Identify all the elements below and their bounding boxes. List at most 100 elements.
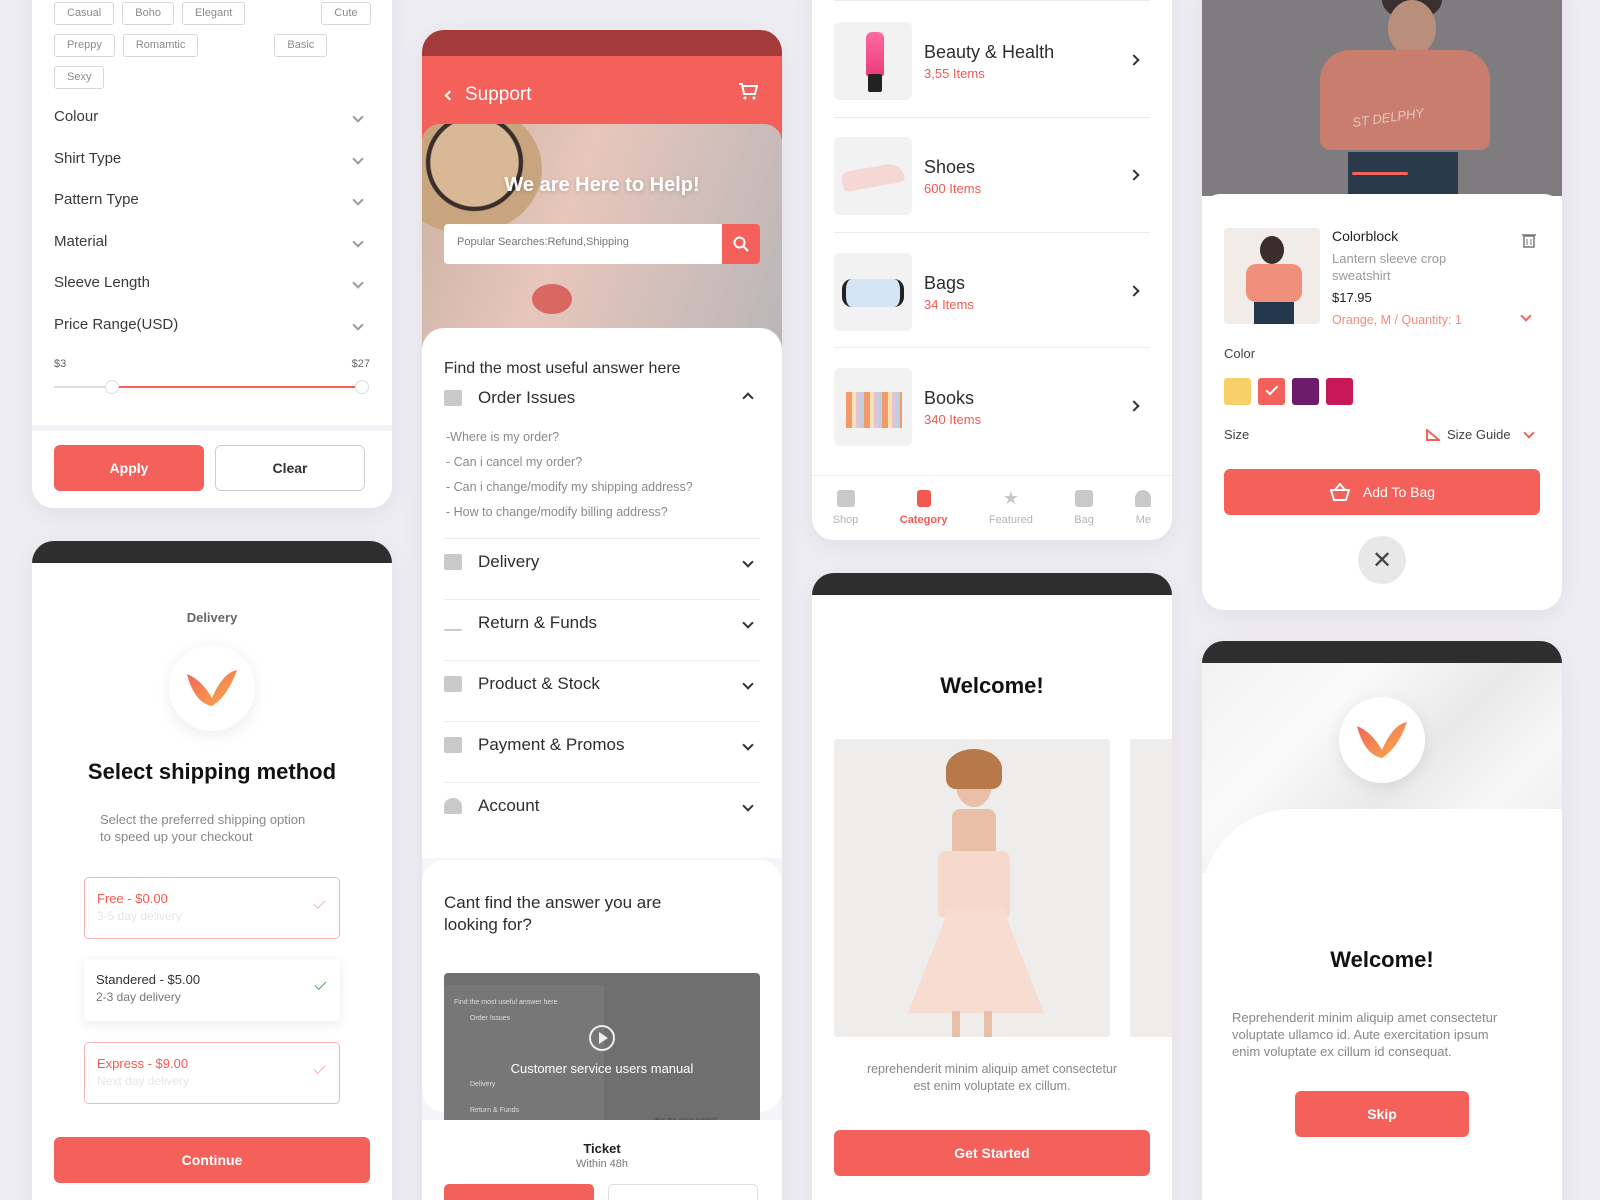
- category-beauty-health[interactable]: Beauty & Health 3,55 Items: [834, 22, 1150, 100]
- shipping-option-standard[interactable]: Standered - $5.00 2-3 day delivery: [84, 959, 340, 1021]
- tab-category[interactable]: Category: [900, 490, 947, 526]
- tab-me[interactable]: Me: [1135, 490, 1152, 526]
- chevron-down-icon: [352, 318, 364, 331]
- back-button[interactable]: Support: [444, 84, 532, 106]
- search-input[interactable]: [457, 236, 707, 248]
- filter-price-range[interactable]: Price Range(USD): [54, 316, 364, 333]
- welcome-screen: Welcome! reprehenderit minim aliquip ame…: [812, 573, 1172, 1200]
- welcome-logo-screen: Welcome! Reprehenderit minim aliquip ame…: [1202, 641, 1562, 1200]
- ticket-button-primary[interactable]: [444, 1184, 594, 1200]
- category-bags[interactable]: Bags 34 Items: [834, 253, 1150, 331]
- bag-image: [834, 253, 912, 331]
- faq-order-issues[interactable]: Order Issues: [444, 388, 760, 408]
- tag-elegant[interactable]: Elegant: [181, 2, 246, 25]
- faq-title: Find the most useful answer here: [444, 360, 681, 377]
- clear-button[interactable]: Clear: [215, 445, 365, 491]
- price-max-label: $27: [351, 358, 370, 370]
- chevron-down-icon: [742, 556, 754, 568]
- chevron-down-icon: [352, 235, 364, 248]
- shipping-option-free[interactable]: Free - $0.00 3-5 day delivery: [84, 877, 340, 939]
- tag-cute[interactable]: Cute: [321, 2, 371, 25]
- faq-delivery[interactable]: Delivery: [444, 552, 760, 572]
- support-title: Support: [465, 84, 532, 105]
- price-min-label: $3: [54, 358, 67, 370]
- video-mini-topic: Order Issues: [470, 1015, 511, 1022]
- add-to-bag-button[interactable]: Add To Bag: [1224, 469, 1540, 515]
- tab-featured[interactable]: ★ Featured: [989, 488, 1033, 526]
- filter-panel: Casual Boho Elegant Cute Preppy Romamtic…: [32, 0, 392, 508]
- product-description: Lantern sleeve crop sweatshirt: [1332, 251, 1447, 283]
- size-guide-link[interactable]: Size Guide: [1426, 426, 1535, 442]
- chevron-down-icon[interactable]: [1520, 310, 1532, 322]
- faq-question[interactable]: - Can i cancel my order?: [446, 455, 582, 469]
- faq-payment-promos[interactable]: Payment & Promos: [444, 735, 760, 755]
- status-bar: [812, 573, 1172, 595]
- chevron-down-icon: [742, 800, 754, 812]
- price-max-handle[interactable]: [355, 380, 369, 394]
- clipboard-icon: [444, 676, 462, 692]
- support-hero: We are Here to Help!: [422, 124, 782, 350]
- product-thumbnail: [1224, 228, 1320, 324]
- status-bar: [32, 541, 392, 563]
- sneaker-image: [834, 137, 912, 215]
- filter-sleeve-length[interactable]: Sleeve Length: [54, 274, 364, 291]
- trash-icon[interactable]: [1522, 232, 1536, 248]
- play-icon[interactable]: [589, 1025, 615, 1051]
- apply-button[interactable]: Apply: [54, 445, 204, 491]
- video-player[interactable]: Find the most useful answer here Order I…: [444, 973, 760, 1127]
- tag-preppy[interactable]: Preppy: [54, 34, 115, 57]
- continue-button[interactable]: Continue: [54, 1137, 370, 1183]
- skip-button[interactable]: Skip: [1295, 1091, 1469, 1137]
- price-slider-fill: [112, 386, 362, 388]
- video-mini-row-2: Return & Funds: [470, 1107, 520, 1114]
- user-icon: [444, 798, 462, 814]
- tag-basic[interactable]: Basic: [274, 34, 328, 57]
- welcome-text: reprehenderit minim aliquip amet consect…: [866, 1062, 1118, 1093]
- chevron-down-icon: [352, 110, 364, 123]
- ticket-button-secondary[interactable]: [608, 1184, 758, 1200]
- filter-material[interactable]: Material: [54, 233, 364, 250]
- faq-return-funds[interactable]: Return & Funds: [444, 613, 760, 633]
- filter-pattern-type[interactable]: Pattern Type: [54, 191, 364, 208]
- screen-header: Delivery: [186, 610, 238, 625]
- tag-sexy[interactable]: Sexy: [54, 66, 105, 89]
- category-books[interactable]: Books 340 Items: [834, 368, 1150, 446]
- shipping-screen: Delivery Select shipping method Select t…: [32, 541, 392, 1200]
- swatch-yellow[interactable]: [1224, 378, 1251, 405]
- tag-boho[interactable]: Boho: [122, 2, 174, 25]
- star-icon: ★: [1002, 488, 1019, 508]
- sheet-handle[interactable]: [1352, 172, 1408, 175]
- support-search: [444, 224, 760, 264]
- faq-question[interactable]: - How to change/modify billing address?: [446, 505, 668, 519]
- video-caption: Customer service users manual: [510, 1061, 694, 1076]
- filter-colour[interactable]: Colour: [54, 108, 364, 125]
- product-variant[interactable]: Orange, M / Quantity: 1: [1332, 313, 1462, 327]
- swatch-magenta[interactable]: [1326, 378, 1353, 405]
- faq-question[interactable]: -Where is my order?: [446, 430, 559, 444]
- tab-bag[interactable]: Bag: [1074, 490, 1094, 526]
- search-button[interactable]: [722, 224, 760, 264]
- chevron-down-icon: [742, 739, 754, 751]
- faq-account[interactable]: Account: [444, 796, 760, 816]
- price-min-handle[interactable]: [105, 380, 119, 394]
- shipping-option-express[interactable]: Express - $9.00 Next day delivery: [84, 1042, 340, 1104]
- tag-casual[interactable]: Casual: [54, 2, 115, 25]
- color-swatches: [1224, 378, 1360, 410]
- tag-romantic[interactable]: Romamtic: [122, 34, 199, 57]
- faq-product-stock[interactable]: Product & Stock: [444, 674, 760, 694]
- status-bar: [1202, 641, 1562, 663]
- swatch-purple[interactable]: [1292, 378, 1319, 405]
- chevron-down-icon: [1522, 426, 1535, 439]
- tab-shop[interactable]: Shop: [833, 490, 858, 526]
- close-icon[interactable]: ✕: [1358, 536, 1406, 584]
- support-screen: Support We are Here to Help! Find the mo…: [422, 30, 782, 1200]
- chevron-down-icon: [352, 193, 364, 206]
- swatch-red[interactable]: [1258, 378, 1285, 405]
- faq-question[interactable]: - Can i change/modify my shipping addres…: [446, 480, 693, 494]
- filter-shirt-type[interactable]: Shirt Type: [54, 150, 364, 167]
- get-started-button[interactable]: Get Started: [834, 1130, 1150, 1176]
- chevron-up-icon: [742, 392, 754, 404]
- cart-icon[interactable]: [738, 82, 759, 100]
- truck-icon: [444, 554, 462, 570]
- category-shoes[interactable]: Shoes 600 Items: [834, 137, 1150, 215]
